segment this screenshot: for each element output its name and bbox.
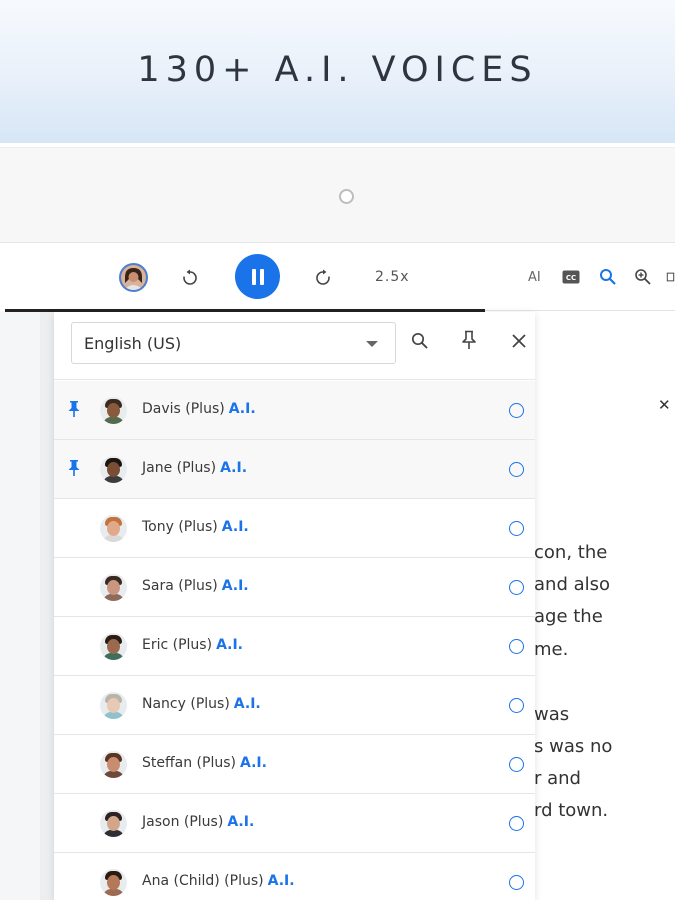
voice-radio[interactable] [509, 639, 524, 654]
document-text-line: con, the [534, 542, 608, 563]
voice-name-text: Eric (Plus) [142, 637, 213, 653]
ai-toggle[interactable]: AI [528, 270, 541, 285]
voice-row[interactable]: Jason (Plus) A.I. [54, 794, 535, 853]
voice-selector-panel: English (US) Davis (Plus) A.I. Jane (Plus)… [54, 312, 535, 900]
zoom-in-icon[interactable] [633, 267, 653, 287]
voice-avatar [100, 633, 127, 660]
pause-icon [251, 268, 256, 285]
voice-name: Ana (Child) (Plus) A.I. [142, 873, 295, 889]
voice-name-text: Steffan (Plus) [142, 755, 236, 771]
voice-name: Eric (Plus) A.I. [142, 637, 243, 653]
voice-row[interactable]: Ana (Child) (Plus) A.I. [54, 853, 535, 900]
ai-badge: A.I. [221, 519, 249, 535]
voice-row[interactable]: Jane (Plus) A.I. [54, 440, 535, 499]
loading-spinner-icon [339, 189, 354, 204]
document-margin [0, 312, 40, 900]
more-icon[interactable] [666, 268, 675, 286]
voice-name-text: Jason (Plus) [142, 814, 224, 830]
voice-name-text: Sara (Plus) [142, 578, 218, 594]
voice-name: Sara (Plus) A.I. [142, 578, 249, 594]
pause-button[interactable] [235, 254, 280, 299]
document-text-line: age the [534, 606, 603, 627]
document-text-line: rd town. [534, 800, 609, 821]
voice-name: Nancy (Plus) A.I. [142, 696, 261, 712]
voice-row[interactable]: Nancy (Plus) A.I. [54, 676, 535, 735]
voice-row[interactable]: Tony (Plus) A.I. [54, 499, 535, 558]
ai-badge: A.I. [227, 814, 255, 830]
voice-radio[interactable] [509, 816, 524, 831]
document-edge [40, 312, 54, 900]
voice-name-text: Nancy (Plus) [142, 696, 230, 712]
voice-radio[interactable] [509, 403, 524, 418]
voice-avatar [100, 515, 127, 542]
voice-name: Davis (Plus) A.I. [142, 401, 256, 417]
voice-name: Tony (Plus) A.I. [142, 519, 249, 535]
selected-voice-avatar[interactable] [119, 263, 148, 292]
voice-avatar [100, 869, 127, 896]
document-text-line: and also [534, 574, 611, 595]
ai-badge: A.I. [239, 755, 267, 771]
language-select[interactable]: English (US) [71, 322, 396, 364]
ai-badge: A.I. [228, 401, 256, 417]
promo-banner: 130+ A.I. VOICES [0, 0, 675, 143]
voice-radio[interactable] [509, 462, 524, 477]
ai-badge: A.I. [220, 460, 248, 476]
voice-avatar [100, 692, 127, 719]
voice-name-text: Tony (Plus) [142, 519, 218, 535]
pinned-icon[interactable] [67, 459, 81, 481]
voice-radio[interactable] [509, 875, 524, 890]
voice-name-text: Ana (Child) (Plus) [142, 873, 264, 889]
close-panel-icon[interactable] [509, 331, 529, 351]
svg-text:CC: CC [566, 274, 576, 282]
forward-icon[interactable] [313, 268, 333, 288]
voice-name-text: Jane (Plus) [142, 460, 217, 476]
loading-area [0, 147, 675, 243]
document-text-line: was [534, 704, 570, 725]
chevron-down-icon [366, 341, 378, 347]
ai-badge: A.I. [216, 637, 244, 653]
language-value: English (US) [84, 334, 182, 353]
pinned-icon[interactable] [67, 400, 81, 422]
voice-list: Davis (Plus) A.I. Jane (Plus) A.I. Tony (Plu… [54, 381, 535, 900]
document-text-line: me. [534, 639, 569, 660]
voice-radio[interactable] [509, 757, 524, 772]
toolbar-divider [485, 310, 675, 311]
voice-avatar [100, 397, 127, 424]
voice-avatar [100, 456, 127, 483]
close-icon[interactable]: ✕ [658, 396, 671, 414]
voice-avatar [100, 574, 127, 601]
document-text-line: s was no [534, 736, 613, 757]
voice-avatar [100, 751, 127, 778]
pin-icon[interactable] [459, 329, 479, 351]
voice-radio[interactable] [509, 580, 524, 595]
ai-badge: A.I. [267, 873, 295, 889]
rewind-icon[interactable] [180, 268, 200, 288]
captions-icon[interactable]: CC [561, 268, 581, 286]
speed-control[interactable]: 2.5x [375, 269, 410, 285]
banner-title: 130+ A.I. VOICES [137, 49, 538, 90]
voice-row[interactable]: Steffan (Plus) A.I. [54, 735, 535, 794]
voice-name: Jane (Plus) A.I. [142, 460, 247, 476]
voice-avatar [100, 810, 127, 837]
document-text-line: r and [534, 768, 581, 789]
voice-radio[interactable] [509, 521, 524, 536]
ai-badge: A.I. [233, 696, 261, 712]
voice-radio[interactable] [509, 698, 524, 713]
voice-name-text: Davis (Plus) [142, 401, 225, 417]
voice-name: Jason (Plus) A.I. [142, 814, 254, 830]
voice-name: Steffan (Plus) A.I. [142, 755, 267, 771]
voice-row[interactable]: Eric (Plus) A.I. [54, 617, 535, 676]
voice-search-icon[interactable] [410, 331, 430, 351]
voice-panel-header: English (US) [54, 312, 535, 380]
voice-row[interactable]: Davis (Plus) A.I. [54, 381, 535, 440]
voice-row[interactable]: Sara (Plus) A.I. [54, 558, 535, 617]
search-icon[interactable] [598, 267, 618, 287]
ai-badge: A.I. [221, 578, 249, 594]
